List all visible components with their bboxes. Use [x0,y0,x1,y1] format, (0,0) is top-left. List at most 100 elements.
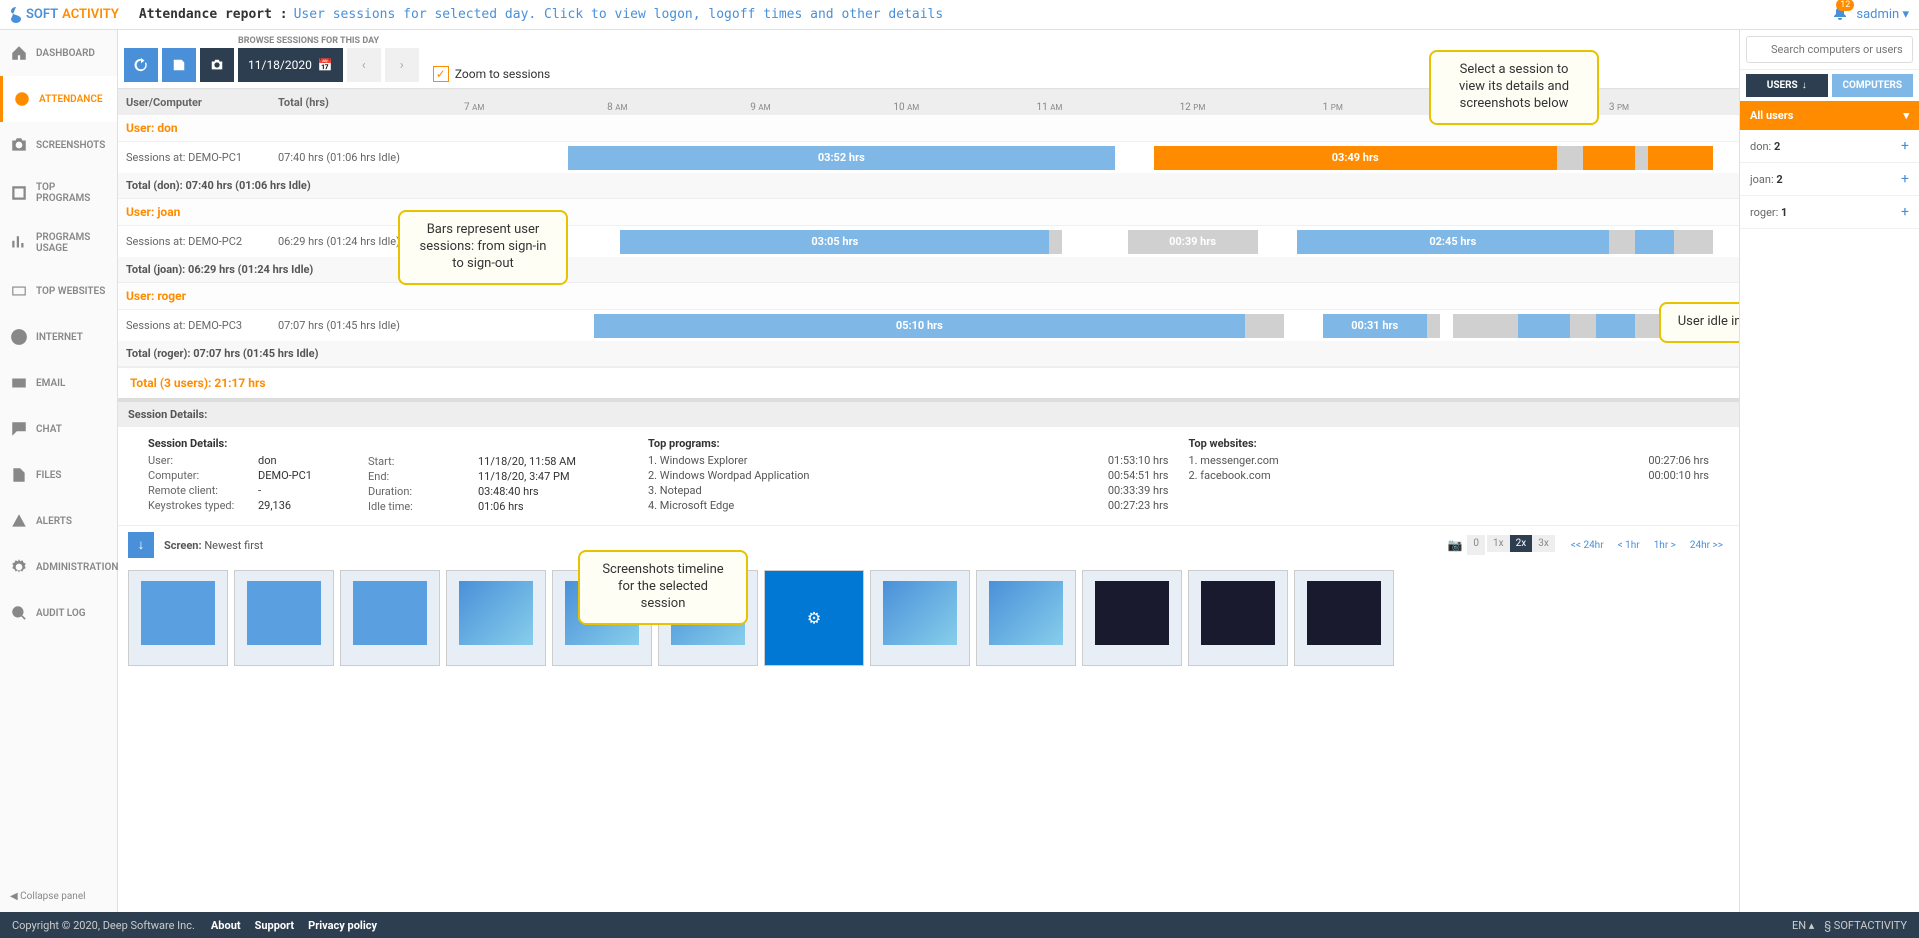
user-filter-item[interactable]: joan: 2+ [1740,163,1919,196]
timenav-button[interactable]: 1hr > [1648,537,1682,554]
programs-usage-icon [10,234,28,252]
screenshot-thumb[interactable] [870,570,970,666]
nav-programs-usage[interactable]: PROGRAMS USAGE [0,218,117,268]
time-tick: 10 AM [893,102,919,113]
topbar: SOFTACTIVITY Attendance report : User se… [0,0,1919,30]
nav-email[interactable]: EMAIL [0,360,117,406]
time-tick: 12 PM [1180,102,1206,113]
screenshot-thumb[interactable] [234,570,334,666]
collapse-panel[interactable]: ◀ Collapse panel [0,881,117,912]
timenav-button[interactable]: << 24hr [1565,537,1610,554]
session-bar[interactable] [1609,230,1635,254]
footer: Copyright © 2020, Deep Software Inc. Abo… [0,912,1919,938]
session-bar[interactable] [1453,314,1518,338]
nav-internet[interactable]: INTERNET [0,314,117,360]
screenshot-thumb[interactable] [1188,570,1288,666]
session-bar[interactable] [1674,230,1713,254]
calendar-icon: 📅 [318,58,333,72]
logo-icon [10,7,22,23]
nav-audit-log[interactable]: AUDIT LOG [0,590,117,636]
camera-icon: 📷 [1444,535,1465,555]
screenshot-button[interactable] [200,48,234,82]
session-bar[interactable] [1635,230,1674,254]
current-user[interactable]: sadmin ▾ [1856,7,1909,22]
screenshot-thumb[interactable] [976,570,1076,666]
footer-link[interactable]: Privacy policy [308,919,377,932]
tab-users[interactable]: USERS ↓ [1746,74,1828,97]
attendance-icon [13,90,31,108]
session-row[interactable]: Sessions at: DEMO-PC1 07:40 hrs (01:06 h… [118,141,1739,173]
session-bar[interactable] [1245,314,1284,338]
zoom-checkbox[interactable]: ✓ Zoom to sessions [433,66,550,82]
timenav-button[interactable]: < 1hr [1612,537,1646,554]
lang-selector[interactable]: EN ▴ [1792,919,1814,932]
nav-screenshots[interactable]: SCREENSHOTS [0,122,117,168]
screenshot-thumb[interactable] [1294,570,1394,666]
footer-link[interactable]: Support [255,919,295,932]
session-bar[interactable] [1648,146,1713,170]
files-icon [10,466,28,484]
screenshot-thumb[interactable] [128,570,228,666]
zoom-3x[interactable]: 3x [1532,535,1555,552]
plus-icon[interactable]: + [1901,138,1909,154]
callout-screenshots: Screenshots timeline for the selected se… [578,550,748,625]
export-button[interactable] [162,48,196,82]
time-tick: 9 AM [750,102,770,113]
session-bar[interactable]: 03:05 hrs [620,230,1049,254]
nav-chat[interactable]: CHAT [0,406,117,452]
user-filter-item[interactable]: don: 2+ [1740,130,1919,163]
time-tick: 7 AM [464,102,484,113]
session-bar[interactable] [1049,230,1062,254]
nav-alerts[interactable]: ALERTS [0,498,117,544]
nav-dashboard[interactable]: DASHBOARD [0,30,117,76]
report-desc: User sessions for selected day. Click to… [294,7,944,22]
screenshot-thumb[interactable] [764,570,864,666]
timenav-button[interactable]: 24hr >> [1684,537,1729,554]
refresh-button[interactable] [124,48,158,82]
all-users-filter[interactable]: All users▾ [1740,101,1919,130]
session-bar[interactable] [1427,314,1440,338]
next-day-button[interactable]: › [385,48,419,82]
session-bar[interactable]: 02:45 hrs [1297,230,1609,254]
email-icon [10,374,28,392]
screenshot-thumb[interactable] [446,570,546,666]
session-bar[interactable]: 00:31 hrs [1323,314,1427,338]
date-picker[interactable]: 11/18/2020 📅 [238,48,343,82]
search-input[interactable] [1746,36,1913,63]
nav-files[interactable]: FILES [0,452,117,498]
nav-attendance[interactable]: ATTENDANCE [0,76,117,122]
session-bar[interactable] [1518,314,1570,338]
session-row[interactable]: Sessions at: DEMO-PC3 07:07 hrs (01:45 h… [118,309,1739,341]
nav-administration[interactable]: ADMINISTRATION [0,544,117,590]
top-websites-icon [10,282,28,300]
footer-link[interactable]: About [211,919,241,932]
zoom-1x[interactable]: 1x [1487,535,1510,552]
session-bar[interactable]: 00:39 hrs [1128,230,1258,254]
session-bar[interactable] [1635,314,1661,338]
screenshot-thumb[interactable] [340,570,440,666]
right-panel: USERS ↓ COMPUTERS All users▾ don: 2+joan… [1739,30,1919,912]
session-bar[interactable] [1596,314,1635,338]
user-filter-item[interactable]: roger: 1+ [1740,196,1919,229]
plus-icon[interactable]: + [1901,171,1909,187]
plus-icon[interactable]: + [1901,204,1909,220]
session-bar[interactable] [1557,146,1583,170]
internet-icon [10,328,28,346]
prev-day-button[interactable]: ‹ [347,48,381,82]
notifications-icon[interactable]: 12 [1832,5,1848,24]
screenshot-toolbar: ↓ Screen: Newest first 📷 0 1x2x3x << 24h… [118,525,1739,564]
session-bar[interactable] [1570,314,1596,338]
nav-top-programs[interactable]: TOP PROGRAMS [0,168,117,218]
screenshot-thumb[interactable] [1082,570,1182,666]
session-row[interactable]: Sessions at: DEMO-PC2 06:29 hrs (01:24 h… [118,225,1739,257]
session-bar[interactable] [1635,146,1648,170]
session-bar[interactable]: 05:10 hrs [594,314,1245,338]
session-bar[interactable]: 03:49 hrs [1154,146,1557,170]
tab-computers[interactable]: COMPUTERS [1832,74,1914,97]
zoom-2x[interactable]: 2x [1510,535,1533,552]
nav-top-websites[interactable]: TOP WEBSITES [0,268,117,314]
session-bar[interactable] [1583,146,1635,170]
session-bar[interactable]: 03:52 hrs [568,146,1114,170]
sort-button[interactable]: ↓ [128,532,154,558]
user-total: Total (roger): 07:07 hrs (01:45 hrs Idle… [118,341,1739,366]
